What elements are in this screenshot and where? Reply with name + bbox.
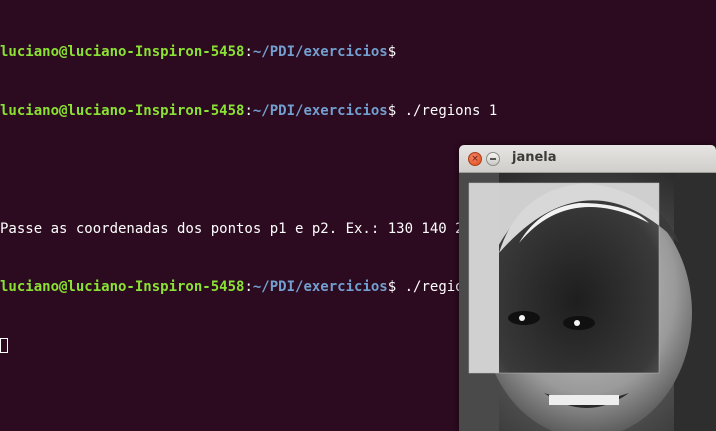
prompt-line-2: luciano@luciano-Inspiron-5458:~/PDI/exer… xyxy=(0,102,598,122)
window-titlebar[interactable]: × janela xyxy=(459,145,716,173)
output-text: Passe as coordenadas dos pontos p1 e p2.… xyxy=(0,220,506,237)
image-window[interactable]: × janela xyxy=(459,145,716,431)
prompt-dollar: $ xyxy=(387,102,397,119)
image-canvas xyxy=(459,173,716,431)
prompt-user: luciano@luciano-Inspiron-5458 xyxy=(0,102,245,119)
prompt-colon: : xyxy=(244,102,253,119)
prompt-line-1: luciano@luciano-Inspiron-5458:~/PDI/exer… xyxy=(0,43,598,63)
minimize-icon[interactable] xyxy=(486,152,500,166)
prompt-user: luciano@luciano-Inspiron-5458 xyxy=(0,279,245,296)
prompt-dollar: $ xyxy=(387,44,397,61)
prompt-path: ~/PDI/exercicios xyxy=(252,279,388,296)
prompt-path: ~/PDI/exercicios xyxy=(252,44,388,61)
prompt-colon: : xyxy=(244,279,253,296)
command-text: ./regions 1 xyxy=(396,102,498,119)
close-icon[interactable]: × xyxy=(468,152,482,166)
baby-photo-image xyxy=(459,173,716,431)
text-cursor[interactable] xyxy=(0,338,8,354)
prompt-dollar: $ xyxy=(387,279,397,296)
prompt-user: luciano@luciano-Inspiron-5458 xyxy=(0,44,245,61)
window-title: janela xyxy=(512,150,557,165)
prompt-colon: : xyxy=(244,44,253,61)
prompt-path: ~/PDI/exercicios xyxy=(252,102,388,119)
